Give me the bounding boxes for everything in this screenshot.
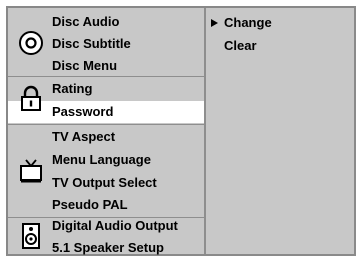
speaker-icon: [22, 223, 40, 249]
lock-icon: [21, 85, 41, 111]
tv-icon: [20, 159, 42, 183]
tv-settings-group: TV Aspect Menu Language TV Output Select…: [8, 125, 204, 218]
submenu-item-change[interactable]: Change: [224, 12, 272, 34]
menu-item-digital-audio-output[interactable]: Digital Audio Output: [52, 215, 178, 237]
vertical-divider: [204, 8, 206, 254]
menu-item-pseudo-pal[interactable]: Pseudo PAL: [52, 194, 128, 216]
menu-item-rating[interactable]: Rating: [52, 78, 92, 100]
pointer-arrow-icon: [211, 19, 218, 27]
disc-icon: [19, 31, 43, 55]
menu-item-disc-audio[interactable]: Disc Audio: [52, 11, 119, 33]
parental-settings-group: Password Rating: [8, 77, 204, 125]
menu-item-password[interactable]: Password: [52, 101, 113, 123]
audio-settings-group: Digital Audio Output 5.1 Speaker Setup: [8, 215, 204, 255]
disc-settings-group: Disc Audio Disc Subtitle Disc Menu: [8, 8, 204, 77]
submenu-item-clear[interactable]: Clear: [224, 35, 257, 57]
menu-item-tv-output-select[interactable]: TV Output Select: [52, 172, 157, 194]
menu-item-disc-menu[interactable]: Disc Menu: [52, 55, 117, 77]
menu-item-tv-aspect[interactable]: TV Aspect: [52, 126, 115, 148]
menu-item-menu-language[interactable]: Menu Language: [52, 149, 151, 171]
menu-item-speaker-setup[interactable]: 5.1 Speaker Setup: [52, 237, 164, 259]
menu-item-disc-subtitle[interactable]: Disc Subtitle: [52, 33, 131, 55]
password-submenu: Change Clear: [208, 8, 354, 254]
setup-menu-panel: Disc Audio Disc Subtitle Disc Menu Passw…: [6, 6, 356, 256]
settings-list: Disc Audio Disc Subtitle Disc Menu Passw…: [8, 8, 205, 255]
